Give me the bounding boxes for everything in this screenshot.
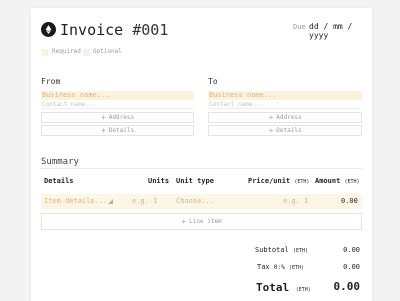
due-date-label: Due (293, 23, 306, 31)
item-unit-type-select[interactable]: Choose... (176, 197, 214, 205)
plus-icon: + (268, 126, 274, 135)
from-add-address-label: Address (108, 114, 135, 121)
ethereum-logo-icon (41, 22, 56, 37)
invoice-title: Invoice #001 (60, 21, 168, 39)
col-amount-header: Amount (ETH) (315, 177, 360, 185)
tax-rate-input[interactable]: 0:% (274, 264, 285, 271)
total-label-text: Total (256, 281, 290, 294)
to-add-address-label: Address (276, 114, 302, 121)
from-add-address-button[interactable]: + Address (41, 112, 194, 123)
ethereum-diamond-icon (45, 25, 52, 34)
item-units-input[interactable]: e.g. 1 (132, 197, 157, 205)
total-value: 0.00 (333, 280, 361, 293)
from-add-details-button[interactable]: + Details (41, 125, 194, 136)
due-date-input[interactable]: dd / mm / yyyy (309, 22, 372, 40)
to-add-address-button[interactable]: + Address (208, 112, 362, 123)
add-line-item-button[interactable]: + Line item (41, 213, 362, 230)
add-line-item-label: Line item (189, 218, 222, 225)
subtotal-label-text: Subtotal (255, 246, 289, 254)
resize-handle-icon[interactable] (108, 199, 113, 204)
to-add-details-button[interactable]: + Details (208, 125, 362, 136)
from-add-details-label: Details (108, 127, 135, 134)
from-label: From (41, 77, 61, 86)
item-amount-value: 0.00 (341, 197, 358, 205)
to-add-details-label: Details (276, 127, 302, 134)
required-legend-label: Required (52, 48, 81, 55)
col-price-unit-currency: (ETH) (294, 179, 310, 185)
invoice-number-input[interactable]: #001 (132, 21, 168, 39)
required-swatch (41, 49, 48, 56)
col-unit-type-header: Unit type (176, 177, 214, 185)
summary-heading: Summary (41, 157, 79, 167)
col-amount-label: Amount (315, 177, 341, 185)
optional-swatch (83, 49, 90, 56)
invoice-page: Invoice #001 Due dd / mm / yyyy Required… (31, 8, 372, 301)
summary-divider (41, 168, 362, 169)
plus-icon: + (100, 113, 106, 122)
optional-legend-label: Optional (93, 48, 122, 55)
col-amount-currency: (ETH) (344, 179, 360, 185)
tax-label: Tax 0:% (ETH) (257, 263, 304, 271)
plus-icon: + (268, 113, 274, 122)
to-contact-name-input[interactable]: Contact name... (208, 101, 362, 109)
to-label: To (208, 77, 218, 86)
from-business-name-input[interactable]: Business name... (41, 91, 194, 100)
item-price-input[interactable]: e.g. 1 (283, 197, 308, 205)
to-business-name-input[interactable]: Business name... (208, 91, 362, 100)
from-contact-name-input[interactable]: Contact name... (41, 101, 194, 109)
plus-icon: + (181, 217, 187, 226)
invoice-title-label: Invoice (60, 21, 133, 39)
tax-label-text: Tax (257, 263, 270, 271)
plus-icon: + (100, 126, 106, 135)
col-price-unit-label: Price/unit (248, 177, 291, 185)
tax-value: 0.00 (343, 263, 360, 271)
subtotal-value: 0.00 (343, 246, 360, 254)
item-details-input[interactable]: Item details... (44, 197, 107, 205)
col-price-unit-header: Price/unit (ETH) (248, 177, 309, 185)
col-details-header: Details (44, 177, 74, 185)
col-units-header: Units (148, 177, 170, 185)
